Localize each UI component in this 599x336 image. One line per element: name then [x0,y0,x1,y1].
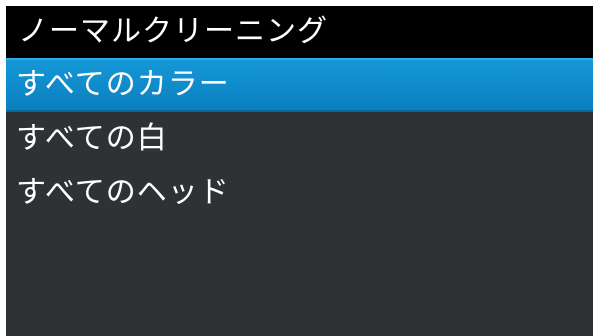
menu-item-all-heads[interactable]: すべてのヘッド [6,166,593,220]
printer-lcd-screen: ノーマルクリーニング すべてのカラー すべての白 すべてのヘッド [6,6,593,336]
screen-title: ノーマルクリーニング [6,6,593,58]
menu-item-all-colors[interactable]: すべてのカラー [6,58,593,112]
menu-item-all-white[interactable]: すべての白 [6,112,593,166]
cleaning-menu: すべてのカラー すべての白 すべてのヘッド [6,58,593,220]
